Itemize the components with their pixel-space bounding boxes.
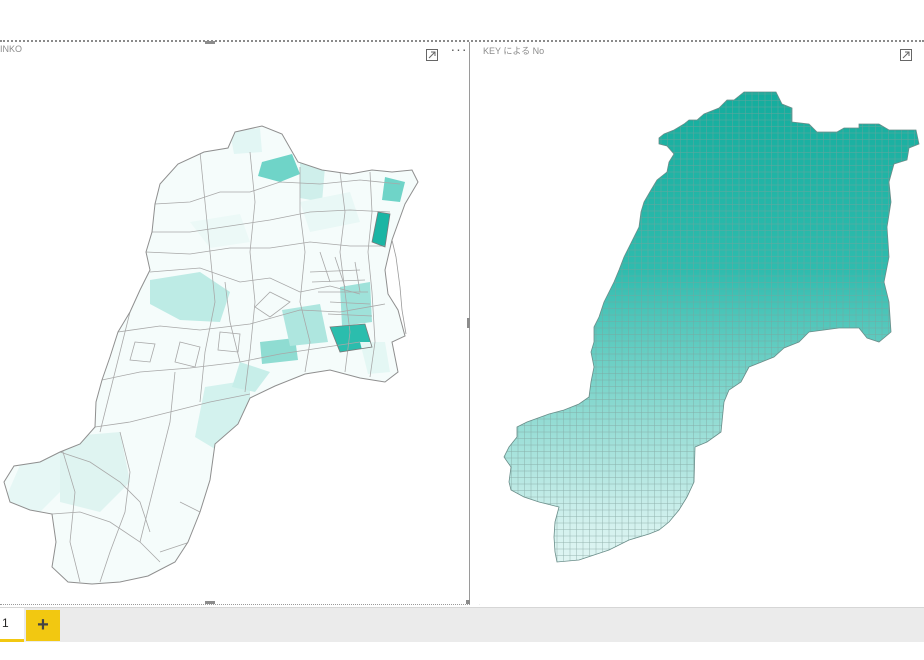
resize-handle-top[interactable] [205, 41, 215, 44]
resize-handle-bottom[interactable] [205, 601, 215, 604]
grid-map-visual-key[interactable]: KEY による No [479, 42, 924, 604]
status-area [0, 642, 924, 660]
shape-map[interactable] [0, 42, 469, 604]
mesh-grid-map[interactable] [479, 42, 924, 604]
page-tab-1[interactable]: 1 [0, 608, 24, 642]
page-tab-bar: 1 + [0, 607, 924, 642]
canvas-top-area [0, 0, 924, 40]
map-region [300, 162, 325, 202]
map-visual-inko[interactable]: INKO ··· [0, 42, 469, 604]
add-page-button[interactable]: + [26, 610, 60, 641]
visual-gap [470, 42, 479, 605]
